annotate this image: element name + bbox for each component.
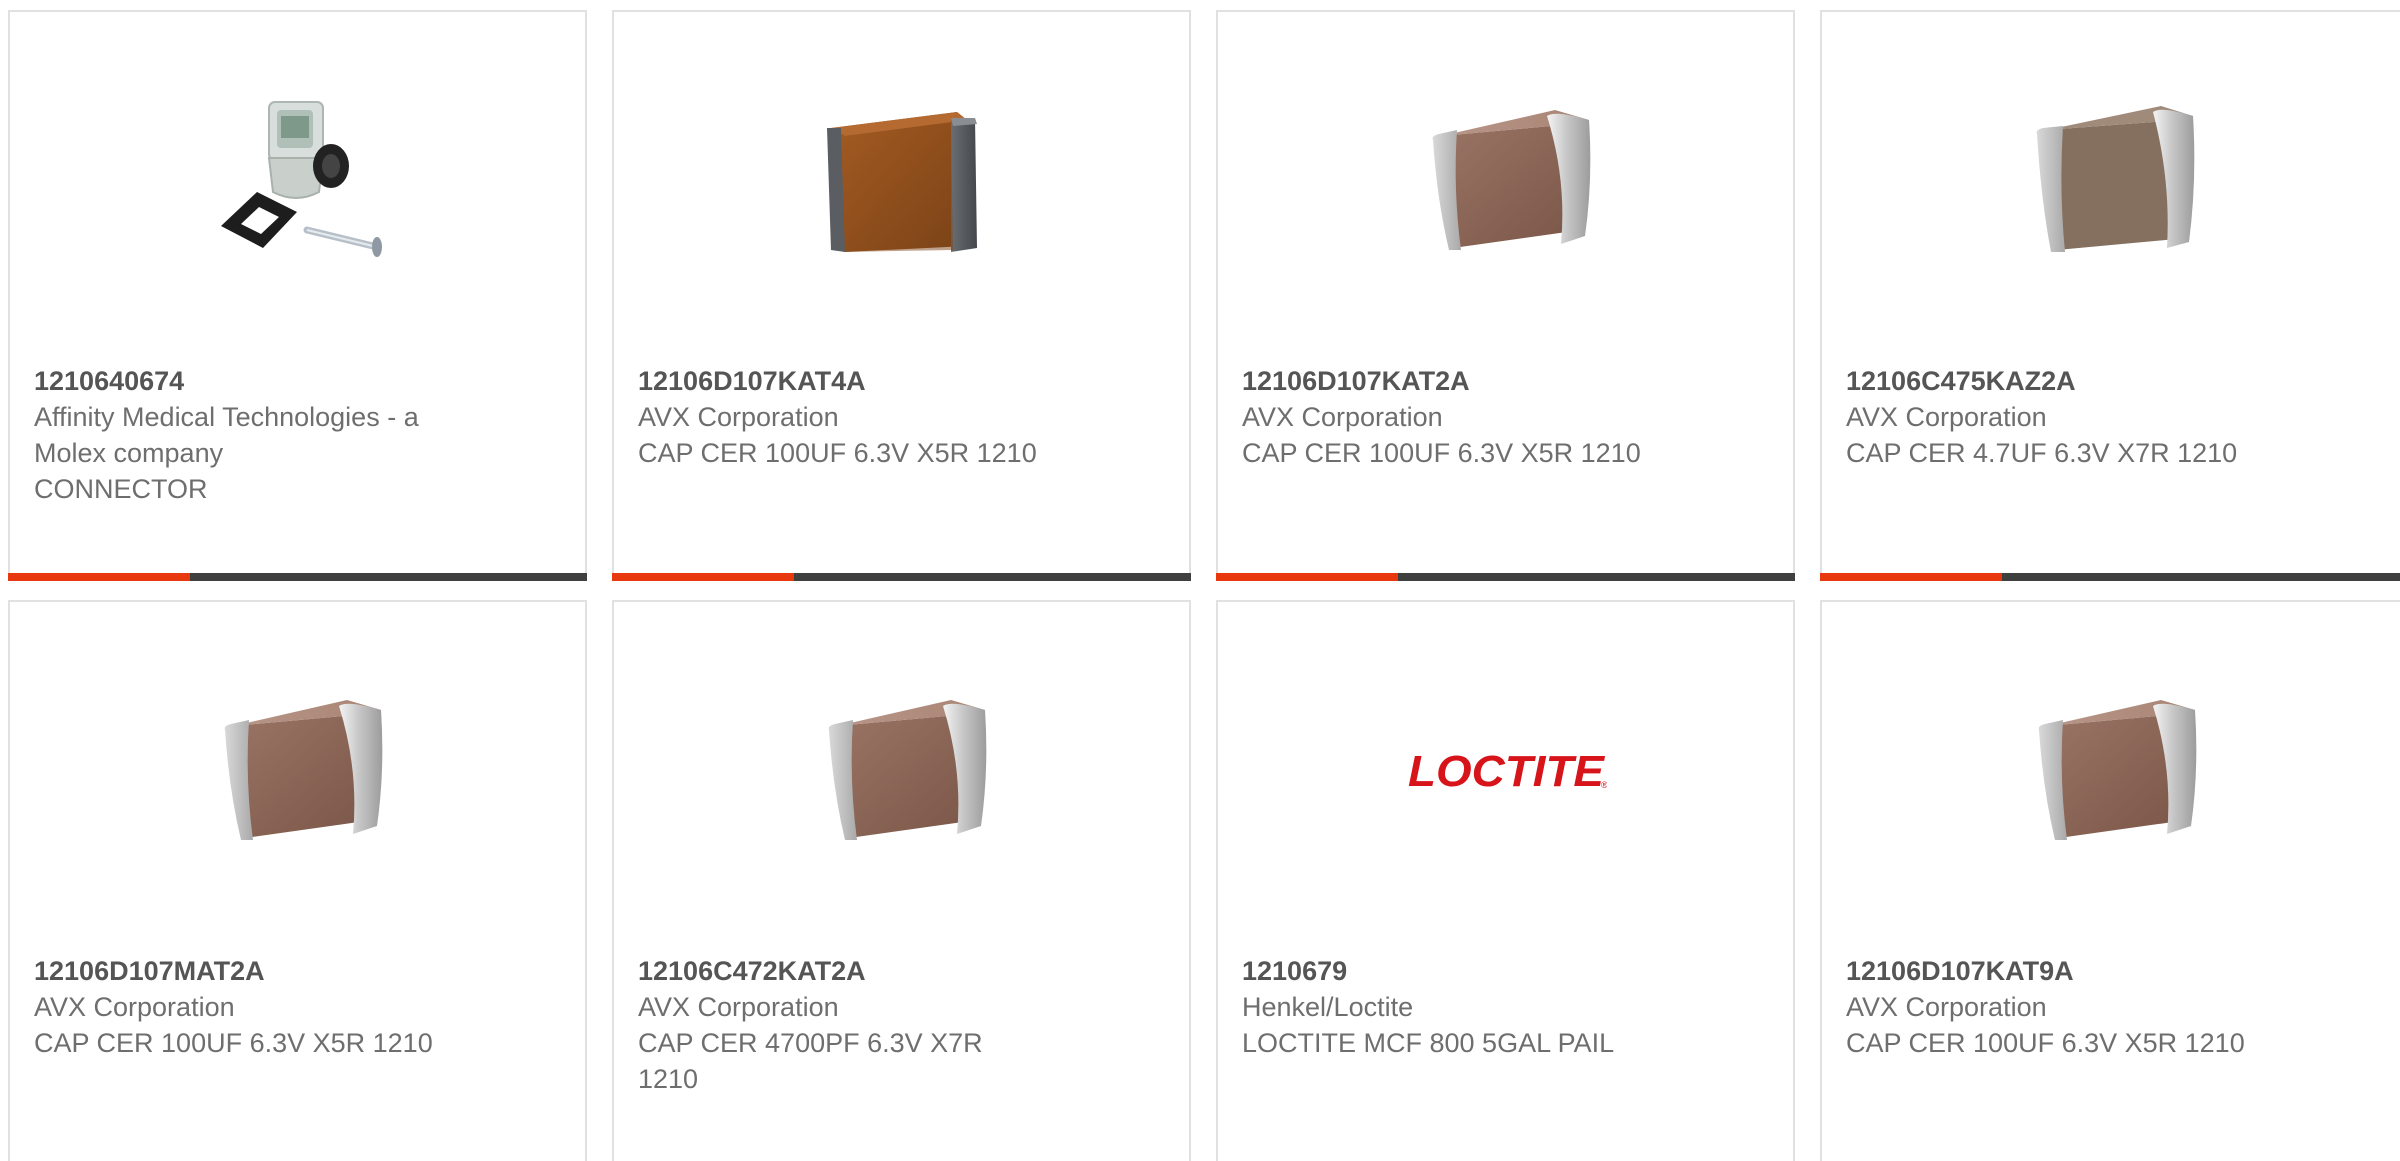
description: CONNECTOR <box>34 474 208 504</box>
product-card[interactable]: 1210640674 Affinity Medical Technologies… <box>8 10 587 581</box>
card-bottom-bar <box>8 573 587 581</box>
product-info: 12106C475KAZ2A AVX Corporation CAP CER 4… <box>1846 363 2286 471</box>
product-card[interactable]: 12106D107KAT4A AVX Corporation CAP CER 1… <box>612 10 1191 581</box>
manufacturer-cont: Molex company <box>34 438 224 468</box>
product-info: 1210640674 Affinity Medical Technologies… <box>34 363 474 507</box>
description: CAP CER 100UF 6.3V X5R 1210 <box>1242 438 1641 468</box>
capacitor-icon <box>2011 670 2213 872</box>
card-bottom-bar <box>612 573 1191 581</box>
part-number-link[interactable]: 12106C475KAZ2A <box>1846 363 2286 399</box>
product-info: 12106C472KAT2A AVX Corporation CAP CER 4… <box>638 953 1078 1097</box>
card-bottom-bar <box>1216 573 1795 581</box>
description: CAP CER 100UF 6.3V X5R 1210 <box>638 438 1037 468</box>
product-card[interactable]: 12106D107MAT2A AVX Corporation CAP CER 1… <box>8 600 587 1161</box>
description: CAP CER 100UF 6.3V X5R 1210 <box>1846 1028 2245 1058</box>
svg-text:®: ® <box>1601 780 1607 790</box>
product-info: 12106D107KAT9A AVX Corporation CAP CER 1… <box>1846 953 2286 1061</box>
capacitor-icon <box>1405 80 1607 282</box>
loctite-logo-text: LOCTITE <box>1408 747 1606 796</box>
product-card[interactable]: 12106D107KAT9A AVX Corporation CAP CER 1… <box>1820 600 2400 1161</box>
manufacturer: AVX Corporation <box>1846 992 2047 1022</box>
capacitor-icon <box>801 670 1003 872</box>
card-accent-bar <box>1216 573 1398 581</box>
part-number-link[interactable]: 1210640674 <box>34 363 474 399</box>
manufacturer: AVX Corporation <box>638 992 839 1022</box>
product-card[interactable]: 12106C472KAT2A AVX Corporation CAP CER 4… <box>612 600 1191 1161</box>
capacitor-icon <box>197 670 399 872</box>
part-number-link[interactable]: 12106D107KAT2A <box>1242 363 1682 399</box>
solenoid-connector-icon <box>197 80 399 282</box>
part-number-link[interactable]: 12106C472KAT2A <box>638 953 1078 989</box>
loctite-logo: LOCTITE ® <box>1405 670 1607 872</box>
manufacturer: Affinity Medical Technologies - a <box>34 402 419 432</box>
product-info: 12106D107MAT2A AVX Corporation CAP CER 1… <box>34 953 474 1061</box>
capacitor-dark-icon <box>801 80 1003 282</box>
product-info: 12106D107KAT4A AVX Corporation CAP CER 1… <box>638 363 1078 471</box>
manufacturer: AVX Corporation <box>1846 402 2047 432</box>
manufacturer: Henkel/Loctite <box>1242 992 1414 1022</box>
description: CAP CER 4700PF 6.3V X7R <box>638 1028 983 1058</box>
capacitor-icon <box>2011 80 2213 282</box>
description: CAP CER 4.7UF 6.3V X7R 1210 <box>1846 438 2238 468</box>
part-number-link[interactable]: 12106D107MAT2A <box>34 953 474 989</box>
card-accent-bar <box>612 573 794 581</box>
part-number-link[interactable]: 1210679 <box>1242 953 1682 989</box>
description: CAP CER 100UF 6.3V X5R 1210 <box>34 1028 433 1058</box>
manufacturer: AVX Corporation <box>34 992 235 1022</box>
product-card[interactable]: LOCTITE ® 1210679 Henkel/Loctite LOCTITE… <box>1216 600 1795 1161</box>
product-info: 12106D107KAT2A AVX Corporation CAP CER 1… <box>1242 363 1682 471</box>
description: LOCTITE MCF 800 5GAL PAIL <box>1242 1028 1615 1058</box>
product-card[interactable]: 12106C475KAZ2A AVX Corporation CAP CER 4… <box>1820 10 2400 581</box>
card-accent-bar <box>1820 573 2002 581</box>
manufacturer: AVX Corporation <box>1242 402 1443 432</box>
card-bottom-bar <box>1820 573 2400 581</box>
description-cont: 1210 <box>638 1064 699 1094</box>
part-number-link[interactable]: 12106D107KAT9A <box>1846 953 2286 989</box>
product-grid: 1210640674 Affinity Medical Technologies… <box>0 0 2400 1161</box>
manufacturer: AVX Corporation <box>638 402 839 432</box>
part-number-link[interactable]: 12106D107KAT4A <box>638 363 1078 399</box>
product-info: 1210679 Henkel/Loctite LOCTITE MCF 800 5… <box>1242 953 1682 1061</box>
product-card[interactable]: 12106D107KAT2A AVX Corporation CAP CER 1… <box>1216 10 1795 581</box>
card-accent-bar <box>8 573 190 581</box>
